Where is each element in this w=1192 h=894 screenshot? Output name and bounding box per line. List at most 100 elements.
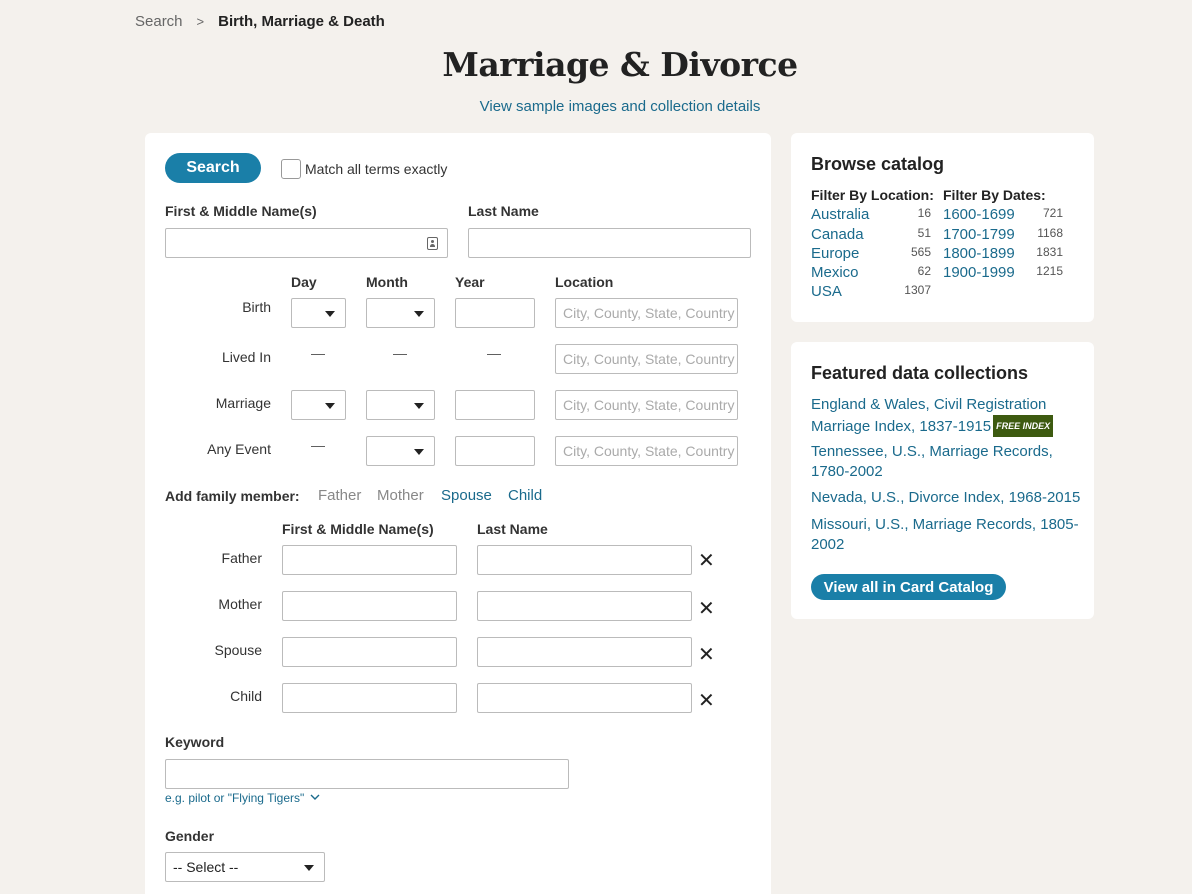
location-count: 16 <box>917 206 931 220</box>
add-spouse-link[interactable]: Spouse <box>441 487 492 504</box>
date-link-1900[interactable]: 1900-1999 <box>943 264 1015 281</box>
location-link-mexico[interactable]: Mexico <box>811 264 859 281</box>
chevron-down-icon <box>325 311 335 317</box>
featured-item-line: 2002 <box>811 536 845 553</box>
lived-in-location-input[interactable]: City, County, State, Country <box>555 344 738 374</box>
chevron-down-icon <box>304 865 314 871</box>
family-last-name-label: Last Name <box>477 521 548 537</box>
event-marriage-label: Marriage <box>215 395 271 411</box>
date-link-1800[interactable]: 1800-1899 <box>943 245 1015 262</box>
featured-item-nevada[interactable]: Nevada, U.S., Divorce Index, 1968-2015 <box>811 488 1086 508</box>
first-name-label: First & Middle Name(s) <box>165 203 317 219</box>
marriage-month-select[interactable] <box>366 390 435 420</box>
location-link-usa[interactable]: USA <box>811 283 842 300</box>
first-name-input[interactable] <box>165 228 448 258</box>
any-event-day-dash: — <box>311 437 325 453</box>
date-link-1700[interactable]: 1700-1799 <box>943 226 1015 243</box>
location-count: 51 <box>917 226 931 240</box>
featured-item-line: Missouri, U.S., Marriage Records, 1805- <box>811 516 1079 533</box>
birth-year-input[interactable] <box>455 298 535 328</box>
featured-item-england-wales[interactable]: England & Wales, Civil Registration Marr… <box>811 395 1081 437</box>
event-birth-label: Birth <box>242 299 271 315</box>
keyword-label: Keyword <box>165 734 225 750</box>
featured-item-tennessee[interactable]: Tennessee, U.S., Marriage Records, 1780-… <box>811 442 1081 482</box>
featured-item-line: England & Wales, Civil Registration <box>811 396 1047 413</box>
contact-card-icon[interactable] <box>427 237 438 250</box>
remove-father-close-icon[interactable]: ✕ <box>698 551 715 571</box>
keyword-hint-toggle[interactable]: e.g. pilot or "Flying Tigers" <box>165 791 320 805</box>
match-exact-checkbox[interactable] <box>281 159 301 179</box>
breadcrumb: Search > Birth, Marriage & Death <box>135 13 385 30</box>
child-first-name-input[interactable] <box>282 683 457 713</box>
add-child-link[interactable]: Child <box>508 487 542 504</box>
location-count: 1307 <box>904 283 931 297</box>
marriage-year-input[interactable] <box>455 390 535 420</box>
any-event-year-input[interactable] <box>455 436 535 466</box>
mother-first-name-input[interactable] <box>282 591 457 621</box>
child-row-label: Child <box>230 688 262 704</box>
last-name-input[interactable] <box>468 228 751 258</box>
any-event-month-select[interactable] <box>366 436 435 466</box>
search-button[interactable]: Search <box>165 153 261 183</box>
spouse-first-name-input[interactable] <box>282 637 457 667</box>
birth-day-select[interactable] <box>291 298 346 328</box>
remove-child-close-icon[interactable]: ✕ <box>698 691 715 711</box>
marriage-location-input[interactable]: City, County, State, Country <box>555 390 738 420</box>
date-count: 1215 <box>1036 264 1063 278</box>
sample-images-link[interactable]: View sample images and collection detail… <box>0 98 1192 115</box>
filter-dates-heading: Filter By Dates: <box>943 187 1046 203</box>
keyword-hint-text: e.g. pilot or "Flying Tigers" <box>165 791 305 805</box>
breadcrumb-separator: > <box>196 14 205 29</box>
birth-month-select[interactable] <box>366 298 435 328</box>
mother-row-label: Mother <box>218 596 262 612</box>
last-name-label: Last Name <box>468 203 539 219</box>
add-mother-link[interactable]: Mother <box>377 487 424 504</box>
chevron-down-icon <box>310 794 320 800</box>
featured-item-line-text: Marriage Index, 1837-1915 <box>811 418 992 435</box>
location-count: 565 <box>910 245 931 259</box>
location-placeholder: City, County, State, Country <box>563 351 735 367</box>
match-exact-label: Match all terms exactly <box>305 161 448 177</box>
view-card-catalog-button[interactable]: View all in Card Catalog <box>811 574 1006 600</box>
location-placeholder: City, County, State, Country <box>563 397 735 413</box>
filter-location-heading: Filter By Location: <box>811 187 934 203</box>
location-link-canada[interactable]: Canada <box>811 226 864 243</box>
featured-item-line: Marriage Index, 1837-1915 FREE INDEX <box>811 415 1081 437</box>
gender-select[interactable]: -- Select -- <box>165 852 325 882</box>
breadcrumb-search-link[interactable]: Search <box>135 13 183 30</box>
location-count: 62 <box>917 264 931 278</box>
breadcrumb-current: Birth, Marriage & Death <box>218 13 385 30</box>
chevron-down-icon <box>325 403 335 409</box>
father-first-name-input[interactable] <box>282 545 457 575</box>
marriage-day-select[interactable] <box>291 390 346 420</box>
spouse-row-label: Spouse <box>214 642 262 658</box>
date-count: 1831 <box>1036 245 1063 259</box>
event-lived-in-label: Lived In <box>221 349 271 365</box>
mother-last-name-input[interactable] <box>477 591 692 621</box>
featured-item-line: Tennessee, U.S., Marriage Records, <box>811 443 1053 460</box>
col-day-label: Day <box>291 274 317 290</box>
location-placeholder: City, County, State, Country <box>563 305 735 321</box>
child-last-name-input[interactable] <box>477 683 692 713</box>
remove-spouse-close-icon[interactable]: ✕ <box>698 645 715 665</box>
page-title: Marriage & Divorce <box>442 45 798 84</box>
add-father-link[interactable]: Father <box>318 487 361 504</box>
spouse-last-name-input[interactable] <box>477 637 692 667</box>
featured-item-line: 1780-2002 <box>811 463 883 480</box>
col-location-label: Location <box>555 274 614 290</box>
father-row-label: Father <box>221 550 262 566</box>
family-first-name-label: First & Middle Name(s) <box>282 521 434 537</box>
free-index-badge: FREE INDEX <box>993 415 1054 437</box>
father-last-name-input[interactable] <box>477 545 692 575</box>
birth-location-input[interactable]: City, County, State, Country <box>555 298 738 328</box>
col-year-label: Year <box>455 274 485 290</box>
lived-in-day-dash: — <box>311 345 325 361</box>
any-event-location-input[interactable]: City, County, State, Country <box>555 436 738 466</box>
location-link-europe[interactable]: Europe <box>811 245 859 262</box>
location-link-australia[interactable]: Australia <box>811 206 869 223</box>
keyword-input[interactable] <box>165 759 569 789</box>
featured-item-line: Nevada, U.S., Divorce Index, 1968-2015 <box>811 489 1081 506</box>
remove-mother-close-icon[interactable]: ✕ <box>698 599 715 619</box>
date-link-1600[interactable]: 1600-1699 <box>943 206 1015 223</box>
featured-item-missouri[interactable]: Missouri, U.S., Marriage Records, 1805- … <box>811 515 1086 555</box>
